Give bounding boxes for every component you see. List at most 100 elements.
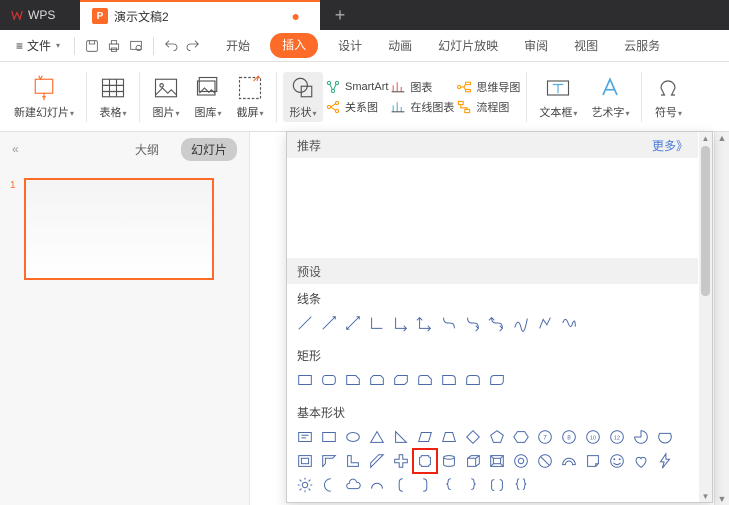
shape-textbox[interactable] <box>293 425 317 449</box>
scrollbar-thumb[interactable] <box>701 146 710 296</box>
tab-cloud[interactable]: 云服务 <box>618 33 666 58</box>
shape-hexagon[interactable] <box>509 425 533 449</box>
textbox-button[interactable]: 文本框▾ <box>533 72 583 122</box>
shape-scribble[interactable] <box>557 311 581 335</box>
document-tab[interactable]: P 演示文稿2 ● <box>80 0 320 30</box>
shape-elbow-double[interactable] <box>413 311 437 335</box>
shape-brackets[interactable] <box>485 473 509 497</box>
shape-noentry[interactable] <box>533 449 557 473</box>
shape-heart[interactable] <box>629 449 653 473</box>
shape-smiley[interactable] <box>605 449 629 473</box>
scroll-up-icon[interactable]: ▲ <box>699 132 712 144</box>
tab-view[interactable]: 视图 <box>568 33 604 58</box>
shape-blockarc[interactable] <box>557 449 581 473</box>
shape-bracket-l[interactable] <box>389 473 413 497</box>
new-slide-button[interactable]: 新建幻灯片▾ <box>8 72 80 122</box>
tab-slideshow[interactable]: 幻灯片放映 <box>432 33 504 58</box>
shape-frame[interactable] <box>293 449 317 473</box>
shape-curve[interactable] <box>437 311 461 335</box>
shape-plus[interactable] <box>389 449 413 473</box>
shape-curve-arrow[interactable] <box>461 311 485 335</box>
shape-trapezoid[interactable] <box>437 425 461 449</box>
shape-elbow-arrow[interactable] <box>389 311 413 335</box>
relation-button[interactable]: 关系图 <box>325 99 388 115</box>
slide-thumbnail[interactable] <box>24 178 214 280</box>
shape-curve-double[interactable] <box>485 311 509 335</box>
scroll-down-icon[interactable]: ▼ <box>715 493 729 505</box>
symbol-button[interactable]: 符号▾ <box>648 72 688 122</box>
shape-moon[interactable] <box>317 473 341 497</box>
shape-sniprnd[interactable] <box>413 368 437 392</box>
shape-cloud[interactable] <box>341 473 365 497</box>
file-menu[interactable]: ≡ 文件 ▾ <box>10 35 66 56</box>
wordart-button[interactable]: 艺术字▾ <box>585 72 635 122</box>
shape-round1[interactable] <box>437 368 461 392</box>
save-icon[interactable] <box>83 37 101 55</box>
redo-icon[interactable] <box>184 37 202 55</box>
chart-button[interactable]: 图表 <box>390 79 454 95</box>
tab-animation[interactable]: 动画 <box>382 33 418 58</box>
tab-start[interactable]: 开始 <box>220 33 256 58</box>
shape-oval[interactable] <box>341 425 365 449</box>
flowchart-button[interactable]: 流程图 <box>456 99 520 115</box>
shape-elbow[interactable] <box>365 311 389 335</box>
shape-pentagon[interactable] <box>485 425 509 449</box>
online-chart-button[interactable]: 在线图表 <box>390 99 454 115</box>
shape-rect[interactable] <box>293 368 317 392</box>
shape-braces[interactable] <box>509 473 533 497</box>
shape-round2diag[interactable] <box>485 368 509 392</box>
vertical-scrollbar[interactable]: ▲ ▼ <box>714 132 729 505</box>
shape-button[interactable]: 形状▾ <box>283 72 323 122</box>
shape-rect2[interactable] <box>317 425 341 449</box>
shape-sun[interactable] <box>293 473 317 497</box>
shape-lightning[interactable] <box>653 449 677 473</box>
shape-brace-r[interactable] <box>461 473 485 497</box>
shape-bracket-r[interactable] <box>413 473 437 497</box>
shape-halfframe[interactable] <box>317 449 341 473</box>
shape-snip2diag[interactable] <box>389 368 413 392</box>
slides-tab[interactable]: 幻灯片 <box>181 138 237 161</box>
shape-decagon[interactable]: 10 <box>581 425 605 449</box>
tab-insert[interactable]: 插入 <box>270 33 318 58</box>
shape-line[interactable] <box>293 311 317 335</box>
shape-can[interactable] <box>437 449 461 473</box>
shape-chord[interactable] <box>653 425 677 449</box>
shape-snip2same[interactable] <box>365 368 389 392</box>
shape-plaque[interactable] <box>413 449 437 473</box>
shape-bevel[interactable] <box>485 449 509 473</box>
shape-dodecagon[interactable]: 12 <box>605 425 629 449</box>
shape-rtriangle[interactable] <box>389 425 413 449</box>
undo-icon[interactable] <box>162 37 180 55</box>
table-button[interactable]: 表格▾ <box>93 72 133 122</box>
shape-brace-l[interactable] <box>437 473 461 497</box>
popup-scrollbar[interactable]: ▲ ▼ <box>699 132 712 502</box>
preview-icon[interactable] <box>127 37 145 55</box>
shape-double-arrow[interactable] <box>341 311 365 335</box>
smartart-button[interactable]: SmartArt <box>325 79 388 95</box>
shape-pie[interactable] <box>629 425 653 449</box>
shape-freeform-curve[interactable] <box>509 311 533 335</box>
shape-triangle[interactable] <box>365 425 389 449</box>
shape-foldedcorner[interactable] <box>581 449 605 473</box>
shape-diamond[interactable] <box>461 425 485 449</box>
more-link[interactable]: 更多》 <box>652 137 688 154</box>
scroll-up-icon[interactable]: ▲ <box>715 132 729 144</box>
gallery-button[interactable]: 图库▾ <box>188 72 228 122</box>
shape-lshape[interactable] <box>341 449 365 473</box>
screenshot-button[interactable]: 截屏▾ <box>230 72 270 122</box>
shape-snip1[interactable] <box>341 368 365 392</box>
tab-design[interactable]: 设计 <box>332 33 368 58</box>
shape-octagon[interactable]: 8 <box>557 425 581 449</box>
shape-parallelogram[interactable] <box>413 425 437 449</box>
collapse-button[interactable]: « <box>12 142 19 156</box>
print-icon[interactable] <box>105 37 123 55</box>
shape-arrow-line[interactable] <box>317 311 341 335</box>
scroll-down-icon[interactable]: ▼ <box>699 490 712 502</box>
tab-review[interactable]: 审阅 <box>518 33 554 58</box>
shape-diagstripe[interactable] <box>365 449 389 473</box>
outline-tab[interactable]: 大纲 <box>125 138 169 161</box>
shape-cube[interactable] <box>461 449 485 473</box>
image-button[interactable]: 图片▾ <box>146 72 186 122</box>
new-tab-button[interactable]: + <box>320 0 360 30</box>
shape-heptagon[interactable]: 7 <box>533 425 557 449</box>
